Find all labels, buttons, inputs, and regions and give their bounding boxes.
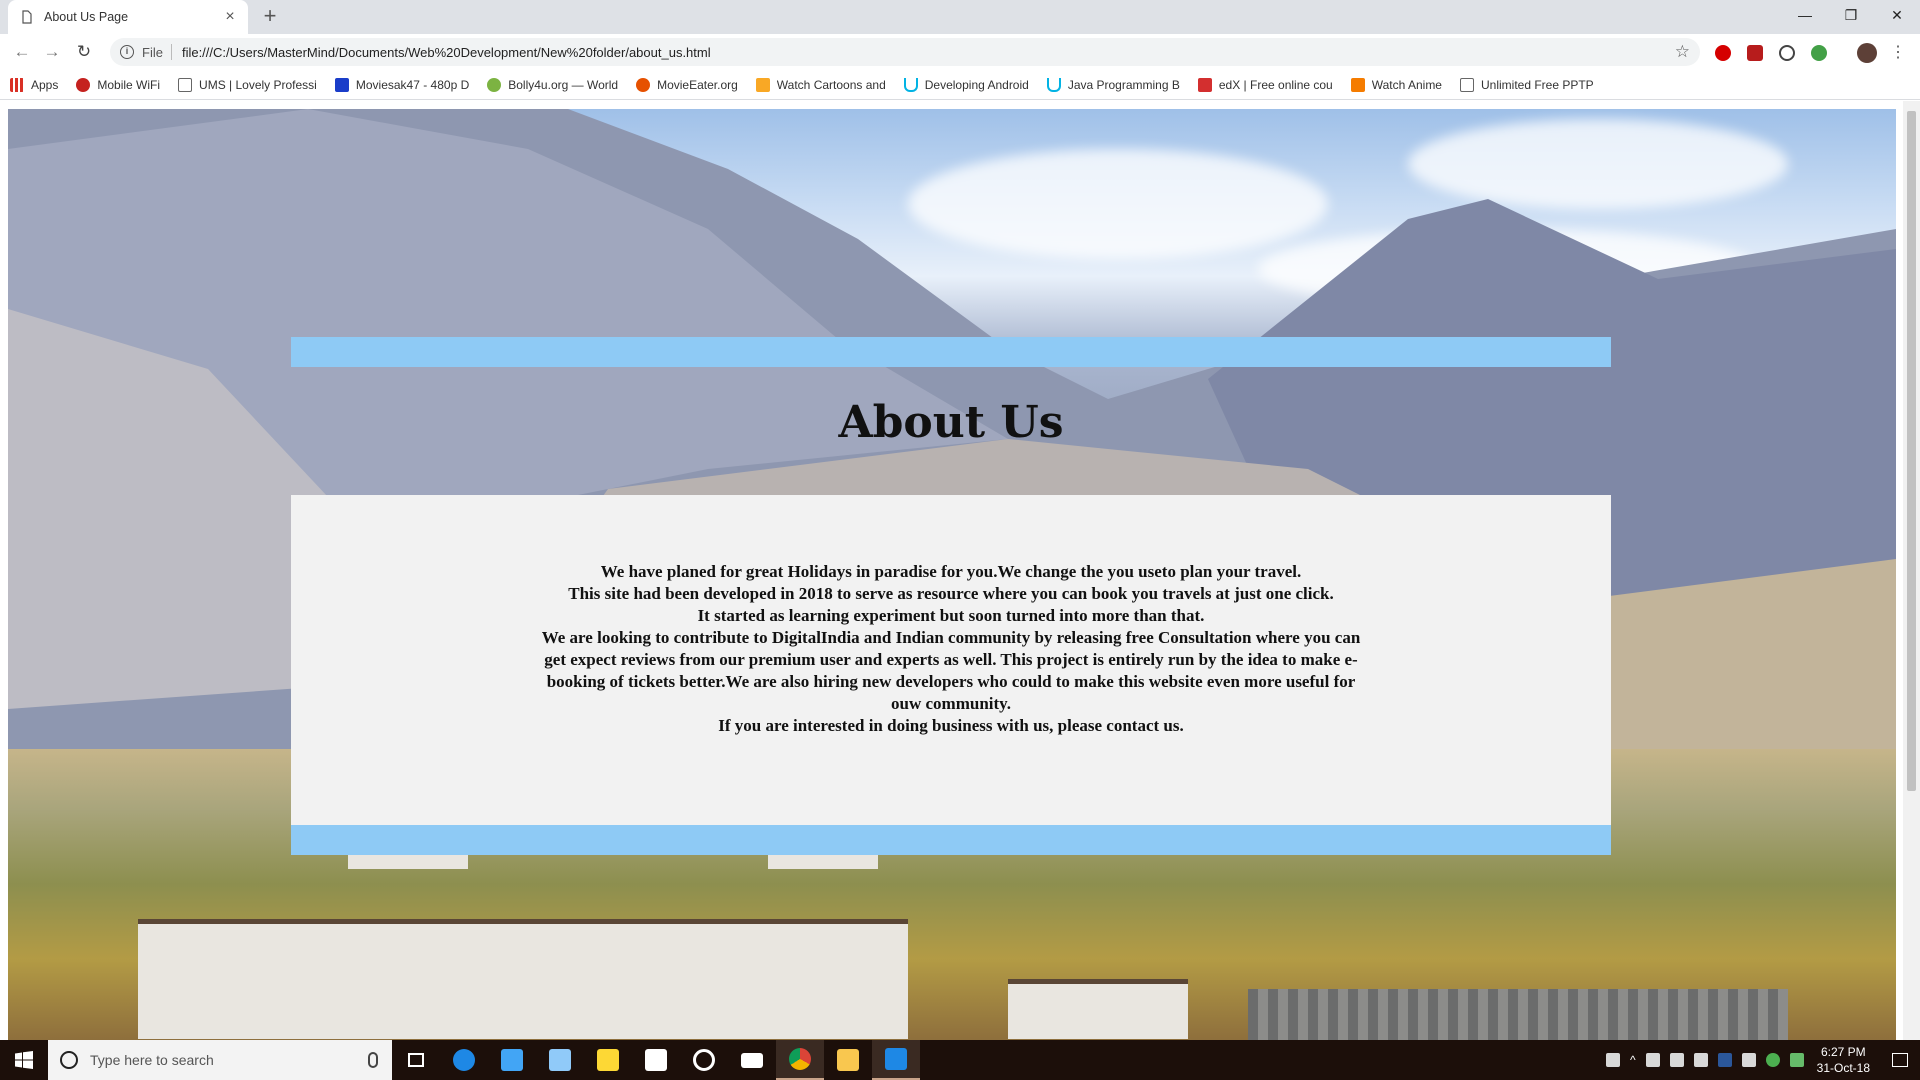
page-title: About Us bbox=[838, 397, 1064, 448]
keyboard-icon[interactable] bbox=[1741, 1053, 1756, 1067]
udacity-icon bbox=[1046, 77, 1061, 92]
speed-extension-icon[interactable] bbox=[1779, 45, 1795, 61]
url-text[interactable]: file:///C:/Users/MasterMind/Documents/We… bbox=[182, 45, 1675, 60]
mail-icon[interactable] bbox=[728, 1040, 776, 1080]
bookmark-developing-android[interactable]: Developing Android bbox=[903, 77, 1029, 92]
tab-title: About Us Page bbox=[44, 10, 129, 24]
tab-strip: About Us Page × + — ❐ ✕ bbox=[0, 0, 1920, 34]
people-icon[interactable] bbox=[1606, 1053, 1620, 1067]
search-placeholder: Type here to search bbox=[90, 1052, 214, 1068]
clock-date: 31-Oct-18 bbox=[1816, 1061, 1870, 1075]
profile-avatar[interactable] bbox=[1857, 43, 1877, 63]
system-tray: ^ 6:27 PM 31-Oct-18 bbox=[1601, 1040, 1920, 1080]
moviesak-icon bbox=[334, 77, 349, 92]
battery-charging-icon[interactable] bbox=[1789, 1053, 1804, 1067]
windows-taskbar: Type here to search ^ 6:27 PM 31-Oct-18 bbox=[0, 1040, 1920, 1080]
bookmark-mobile-wifi[interactable]: Mobile WiFi bbox=[76, 77, 160, 92]
udacity-icon bbox=[903, 77, 918, 92]
sticky-notes-icon[interactable] bbox=[584, 1040, 632, 1080]
tab-about-us[interactable]: About Us Page × bbox=[8, 0, 248, 34]
about-line-3: It started as learning experiment but so… bbox=[697, 606, 1205, 625]
windows-logo-icon bbox=[15, 1051, 33, 1069]
anime-icon bbox=[1350, 77, 1365, 92]
volume-muted-icon[interactable] bbox=[1693, 1053, 1708, 1067]
microphone-icon[interactable] bbox=[368, 1052, 378, 1068]
shopping-bag-icon[interactable] bbox=[632, 1040, 680, 1080]
about-line-4: We are looking to contribute to DigitalI… bbox=[541, 628, 1361, 713]
bolly4u-icon bbox=[487, 77, 502, 92]
file-explorer-icon[interactable] bbox=[824, 1040, 872, 1080]
address-bar[interactable]: i File file:///C:/Users/MasterMind/Docum… bbox=[110, 38, 1700, 66]
bookmark-ums[interactable]: UMS | Lovely Professi bbox=[178, 77, 317, 92]
url-scheme-label: File bbox=[142, 44, 163, 60]
battery-icon[interactable] bbox=[1669, 1053, 1684, 1067]
site-info-icon[interactable]: i bbox=[120, 45, 134, 59]
browser-toolbar: ← → ↻ i File file:///C:/Users/MasterMind… bbox=[0, 34, 1920, 70]
bookmark-unlimited-pptp[interactable]: Unlimited Free PPTP bbox=[1459, 77, 1594, 92]
network-icon[interactable] bbox=[536, 1040, 584, 1080]
clock-time: 6:27 PM bbox=[1820, 1045, 1866, 1059]
cartoons-icon bbox=[755, 77, 770, 92]
bookmark-apps[interactable]: Apps bbox=[10, 77, 58, 92]
scrollbar-thumb[interactable] bbox=[1907, 111, 1916, 791]
edge-icon[interactable] bbox=[440, 1040, 488, 1080]
accent-band-bottom bbox=[291, 825, 1611, 855]
network-tray-icon[interactable] bbox=[1645, 1053, 1660, 1067]
page-icon bbox=[22, 10, 32, 24]
tab-close-icon[interactable]: × bbox=[222, 8, 238, 26]
chevron-up-icon[interactable]: ^ bbox=[1630, 1053, 1636, 1067]
globe-extension-icon[interactable] bbox=[1811, 45, 1827, 61]
chrome-icon[interactable] bbox=[776, 1040, 824, 1080]
edx-icon bbox=[1197, 77, 1212, 92]
bookmark-bolly4u[interactable]: Bolly4u.org — World bbox=[487, 77, 618, 92]
store-icon[interactable] bbox=[488, 1040, 536, 1080]
taskbar-search-box[interactable]: Type here to search bbox=[48, 1040, 392, 1080]
address-divider bbox=[170, 44, 172, 60]
vertical-scrollbar[interactable] bbox=[1903, 101, 1920, 1040]
bookmark-java-programming[interactable]: Java Programming B bbox=[1046, 77, 1180, 92]
about-line-1: We have planed for great Holidays in par… bbox=[600, 562, 1302, 581]
restore-button[interactable]: ❐ bbox=[1828, 0, 1874, 30]
reload-button[interactable]: ↻ bbox=[72, 40, 96, 64]
chrome-tray-icon[interactable] bbox=[1765, 1053, 1780, 1067]
forward-button[interactable]: → bbox=[40, 40, 64, 64]
page-viewport: About Us We have planed for great Holida… bbox=[0, 101, 1920, 1040]
about-line-2: This site had been developed in 2018 to … bbox=[568, 584, 1334, 603]
bookmark-edx[interactable]: edX | Free online cou bbox=[1197, 77, 1333, 92]
bookmark-star-icon[interactable]: ☆ bbox=[1675, 42, 1690, 62]
windows-start-button[interactable] bbox=[0, 1040, 48, 1080]
task-view-icon[interactable] bbox=[392, 1040, 440, 1080]
taskbar-clock[interactable]: 6:27 PM 31-Oct-18 bbox=[1817, 1044, 1870, 1076]
new-tab-button[interactable]: + bbox=[258, 5, 282, 29]
back-button[interactable]: ← bbox=[10, 40, 34, 64]
bookmark-watch-cartoons[interactable]: Watch Cartoons and bbox=[755, 77, 886, 92]
bookmark-movieeater[interactable]: MovieEater.org bbox=[636, 77, 738, 92]
menu-kebab-icon[interactable]: ⋮ bbox=[1886, 40, 1910, 64]
movieeater-icon bbox=[636, 77, 651, 92]
minimize-button[interactable]: — bbox=[1782, 0, 1828, 30]
groove-icon[interactable] bbox=[680, 1040, 728, 1080]
ublock-extension-icon[interactable] bbox=[1747, 45, 1763, 61]
page-icon bbox=[178, 77, 193, 92]
about-content-panel: We have planed for great Holidays in par… bbox=[291, 495, 1611, 825]
bookmark-moviesak47[interactable]: Moviesak47 - 480p D bbox=[334, 77, 469, 92]
about-line-5: If you are interested in doing business … bbox=[718, 716, 1184, 735]
vscode-icon[interactable] bbox=[872, 1040, 920, 1080]
bookmarks-bar: Apps Mobile WiFi UMS | Lovely Professi M… bbox=[0, 70, 1920, 100]
cortana-icon bbox=[60, 1051, 78, 1069]
opera-extension-icon[interactable] bbox=[1715, 45, 1731, 61]
bookmark-watch-anime[interactable]: Watch Anime bbox=[1350, 77, 1442, 92]
mobile-wifi-icon bbox=[76, 77, 91, 92]
action-center-icon[interactable] bbox=[1880, 1040, 1920, 1080]
page-icon bbox=[1459, 77, 1474, 92]
accent-band-top bbox=[291, 337, 1611, 367]
close-window-button[interactable]: ✕ bbox=[1874, 0, 1920, 30]
apps-grid-icon bbox=[10, 77, 24, 92]
word-icon[interactable] bbox=[1717, 1053, 1732, 1067]
